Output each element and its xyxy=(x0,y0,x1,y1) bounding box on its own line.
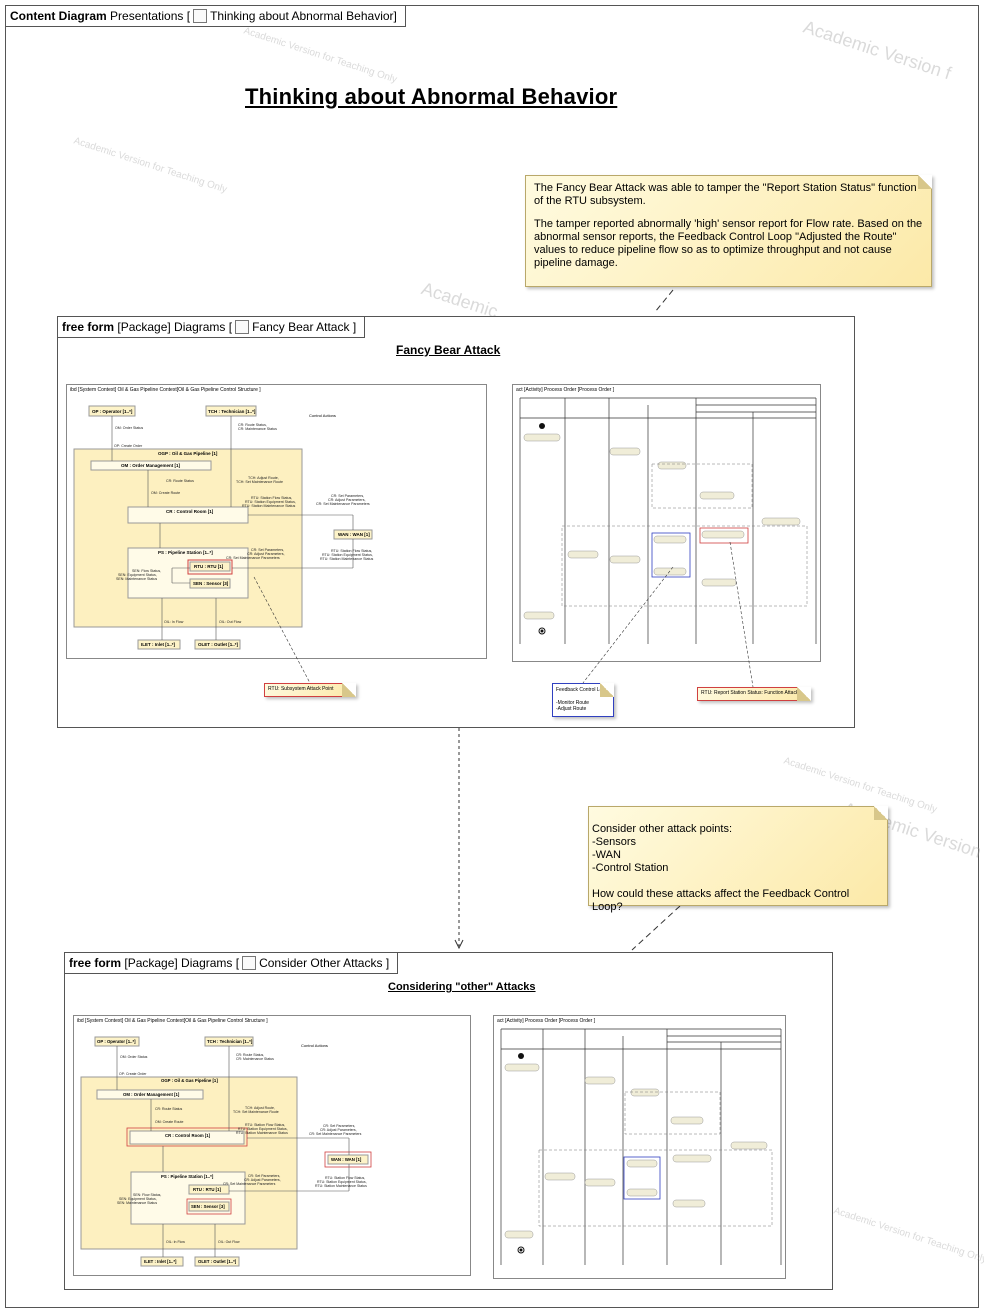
svg-text:TCH: Set Maintenance Route: TCH: Set Maintenance Route xyxy=(233,1110,279,1114)
note-anchor-line xyxy=(654,289,674,313)
cr-label: CR : Control Room [1] xyxy=(165,1133,211,1138)
frame-kind-label: free form xyxy=(69,956,122,970)
sen-label: SEN : Sensor [3] xyxy=(191,1204,225,1209)
svg-text:OIL: In Flow: OIL: In Flow xyxy=(166,1240,185,1244)
frame-title: Considering "other" Attacks xyxy=(388,981,536,993)
outlet-label: OLET : Outlet [1..*] xyxy=(198,1259,237,1264)
svg-text:CR: Set Maintenance Parameters: CR: Set Maintenance Parameters xyxy=(309,1132,362,1136)
ogp-label: OGP : Oil & Gas Pipeline [1] xyxy=(161,1078,218,1083)
note-line: How could these attacks affect the Feedb… xyxy=(592,888,850,913)
frame-package-label: [Package] Diagrams [ xyxy=(124,956,240,970)
diagram-icon xyxy=(242,955,257,970)
callout-connectors xyxy=(253,541,754,688)
initial-node xyxy=(518,1053,524,1059)
frame-tab[interactable]: free form [Package] Diagrams [ Consider O… xyxy=(65,953,399,974)
note-line: -Control Station xyxy=(592,862,669,874)
note-line: Consider other attack points: xyxy=(592,823,733,835)
om-label: OM : Order Management [1] xyxy=(123,1092,180,1097)
svg-text:SEN: Maintenance Status: SEN: Maintenance Status xyxy=(117,1201,157,1205)
svg-text:CR: Maintenance Status: CR: Maintenance Status xyxy=(236,1057,274,1061)
act-header: act [Activity] Process Order [Process Or… xyxy=(497,1018,596,1024)
consider-other-attacks-frame[interactable]: free form [Package] Diagrams [ Consider O… xyxy=(64,952,833,1290)
note-line: -Sensors xyxy=(592,836,637,848)
ps-label: PS : Pipeline Station [1..*] xyxy=(161,1174,214,1179)
frame-tab-bracket: ] xyxy=(385,956,390,970)
svg-text:OM: Create Route: OM: Create Route xyxy=(155,1120,183,1124)
activity-diagram: act [Activity] Process Order [Process Or… xyxy=(493,1015,786,1279)
final-node-dot xyxy=(519,1248,523,1252)
svg-text:RTU: Station Maintenance Statu: RTU: Station Maintenance Status xyxy=(236,1131,288,1135)
note-consider-other-attacks[interactable]: Consider other attack points: -Sensors -… xyxy=(588,806,888,913)
svg-text:OM: Order Status: OM: Order Status xyxy=(120,1055,148,1059)
rtu-label: RTU : RTU [1] xyxy=(193,1187,221,1192)
note-line: -WAN xyxy=(592,849,621,861)
op-label: OP : Operator [1..*] xyxy=(97,1039,136,1044)
svg-text:CR: Route Status: CR: Route Status xyxy=(155,1107,182,1111)
inlet-label: ILET : Inlet [1..*] xyxy=(144,1259,177,1264)
svg-text:RTU: Station Maintenance Statu: RTU: Station Maintenance Status xyxy=(315,1184,367,1188)
tch-label: TCH : Technician [1..*] xyxy=(207,1039,253,1044)
fancy-bear-attack-frame[interactable]: free form [Package] Diagrams [Fancy Bear… xyxy=(57,316,855,728)
ibd-diagram: ibd [System Context] Oil & Gas Pipeline … xyxy=(73,1015,471,1276)
wan-label: WAN : WAN [1] xyxy=(331,1157,362,1162)
svg-text:OIL: Out Flow: OIL: Out Flow xyxy=(218,1240,240,1244)
ibd-header: ibd [System Context] Oil & Gas Pipeline … xyxy=(77,1018,268,1024)
control-actions-label: Control Actions xyxy=(301,1043,328,1048)
svg-text:OP: Create Order: OP: Create Order xyxy=(119,1072,147,1076)
svg-text:CR: Set Maintenance Parameters: CR: Set Maintenance Parameters xyxy=(223,1182,276,1186)
frame-name-label: Consider Other Attacks xyxy=(259,956,383,970)
